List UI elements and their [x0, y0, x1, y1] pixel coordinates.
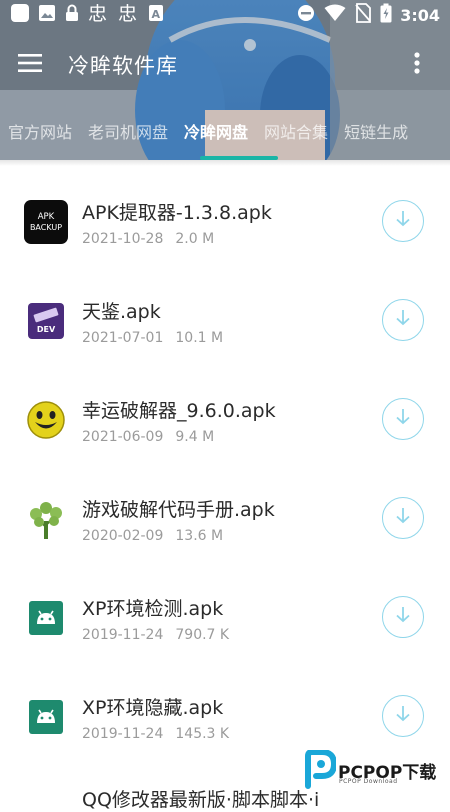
file-date: 2021-10-28 — [82, 231, 164, 247]
list-item[interactable]: 幸运破解器_9.6.0.apk 2021-06-09 9.4 M — [0, 370, 450, 469]
apk-icon-text: APK — [38, 212, 55, 222]
file-size: 13.6 M — [175, 528, 224, 544]
tree-icon — [24, 497, 68, 541]
wifi-icon — [324, 4, 346, 26]
file-name: 游戏破解代码手册.apk — [82, 499, 275, 521]
apk-backup-icon: APK BACKUP — [24, 199, 68, 244]
tab-site-collection[interactable]: 网站合集 — [256, 119, 336, 143]
font-icon: A — [148, 4, 164, 26]
file-date: 2020-02-09 — [82, 528, 164, 544]
pcpop-logo-icon — [304, 749, 338, 794]
do-not-disturb-icon — [296, 3, 316, 27]
backup-icon-text: BACKUP — [30, 223, 62, 232]
file-size: 9.4 M — [175, 429, 215, 445]
hamburger-menu-button[interactable] — [0, 36, 60, 94]
status-bar: 忠 忠 A 3:04 — [0, 0, 450, 30]
app-title: 冷眸软件库 — [68, 54, 178, 78]
list-item[interactable]: APK BACKUP APK提取器-1.3.8.apk 2021-10-28 2.… — [0, 172, 450, 271]
download-icon — [392, 307, 414, 333]
file-date: 2021-07-01 — [82, 330, 164, 346]
app-icon-1: 忠 — [88, 3, 110, 27]
watermark-sub: PCPOP Download — [339, 778, 398, 785]
svg-text:忠: 忠 — [118, 3, 137, 23]
tab-short-link[interactable]: 短链生成 — [336, 119, 416, 143]
more-vertical-icon — [414, 52, 420, 78]
download-button[interactable] — [382, 596, 424, 638]
download-icon — [392, 208, 414, 234]
list-item[interactable]: DEV 天鉴.apk 2021-07-01 10.1 M — [0, 271, 450, 370]
tab-bar: 官方网站 老司机网盘 冷眸网盘 网站合集 短链生成 — [0, 108, 450, 154]
dev-app-icon: DEV — [24, 298, 68, 343]
app-icon-2: 忠 — [118, 3, 140, 27]
hamburger-menu-icon — [18, 54, 42, 76]
clock: 3:04 — [400, 5, 440, 25]
download-button[interactable] — [382, 299, 424, 341]
download-button[interactable] — [382, 398, 424, 440]
square-icon — [10, 3, 30, 27]
file-date: 2019-11-24 — [82, 726, 164, 742]
android-icon — [24, 695, 68, 739]
tab-lengmou-netdisk[interactable]: 冷眸网盘 — [176, 119, 256, 143]
more-options-button[interactable] — [402, 48, 432, 82]
file-size: 2.0 M — [175, 231, 215, 247]
header-shadow — [0, 160, 450, 166]
android-icon — [24, 596, 68, 640]
file-name: 幸运破解器_9.6.0.apk — [82, 400, 276, 422]
smiley-icon — [24, 398, 68, 442]
tab-driver-netdisk[interactable]: 老司机网盘 — [80, 119, 176, 143]
image-icon — [38, 4, 56, 26]
battery-icon — [380, 3, 392, 27]
download-icon — [392, 406, 414, 432]
download-button[interactable] — [382, 695, 424, 737]
download-icon — [392, 505, 414, 531]
app-header: 忠 忠 A 3:04 冷眸软件库 官方网站 老司机网盘 冷眸网盘 网站合集 短链… — [0, 0, 450, 160]
list-item[interactable]: 游戏破解代码手册.apk 2020-02-09 13.6 M — [0, 469, 450, 568]
svg-text:忠: 忠 — [88, 3, 107, 23]
lock-icon — [64, 4, 80, 26]
file-list: APK BACKUP APK提取器-1.3.8.apk 2021-10-28 2.… — [0, 172, 450, 766]
download-button[interactable] — [382, 200, 424, 242]
file-size: 790.7 K — [175, 627, 230, 643]
file-size: 145.3 K — [175, 726, 230, 742]
download-button[interactable] — [382, 497, 424, 539]
file-date: 2021-06-09 — [82, 429, 164, 445]
file-name: 天鉴.apk — [82, 301, 161, 323]
tab-official-site[interactable]: 官方网站 — [0, 119, 80, 143]
svg-text:A: A — [152, 8, 161, 21]
download-icon — [392, 604, 414, 630]
file-name: XP环境隐藏.apk — [82, 697, 224, 719]
dev-icon-text: DEV — [37, 325, 56, 334]
pcpop-watermark: PCPOP下载 PCPOP Download — [304, 749, 444, 790]
download-icon — [392, 703, 414, 729]
partial-list-item-name[interactable]: QQ修改器最新版·脚本脚本·i — [82, 785, 319, 812]
file-name: XP环境检测.apk — [82, 598, 224, 620]
file-size: 10.1 M — [175, 330, 224, 346]
file-name: APK提取器-1.3.8.apk — [82, 202, 272, 224]
list-item[interactable]: XP环境检测.apk 2019-11-24 790.7 K — [0, 568, 450, 667]
file-date: 2019-11-24 — [82, 627, 164, 643]
toolbar: 冷眸软件库 — [0, 36, 450, 94]
no-sim-icon — [354, 3, 372, 27]
